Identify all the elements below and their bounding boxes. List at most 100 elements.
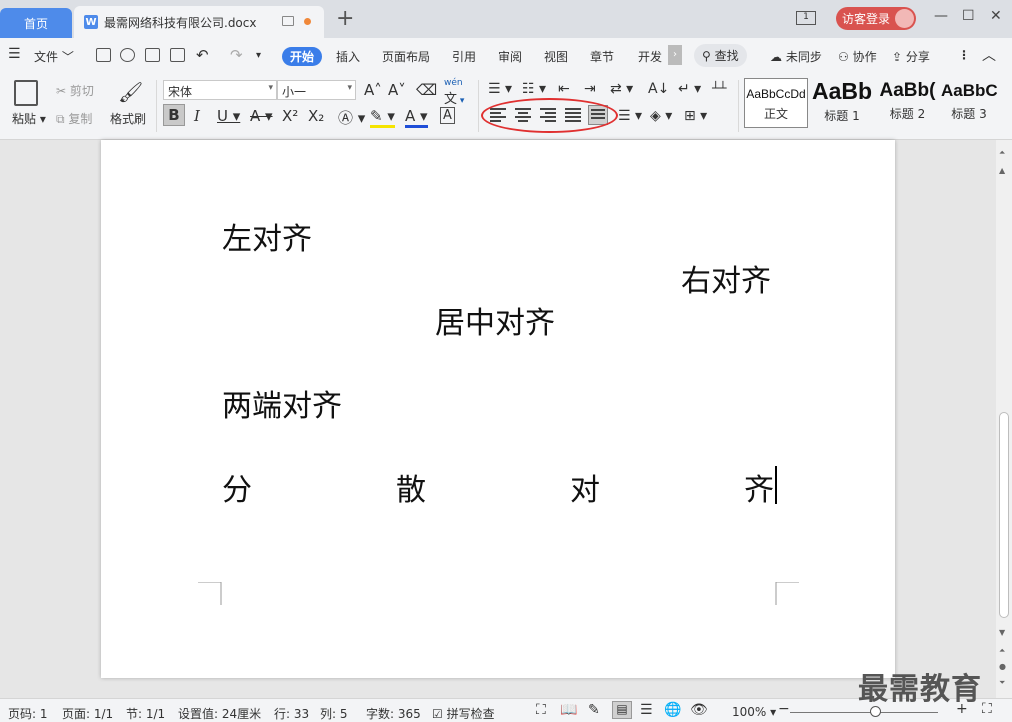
search-button[interactable]: ⚲ 查找 <box>694 44 747 67</box>
redo-icon[interactable]: ↷ <box>230 46 243 64</box>
style-normal[interactable]: AaBbCcDd 正文 <box>744 78 808 128</box>
menu-file[interactable]: 文件 ﹀ <box>34 48 74 65</box>
tab-view[interactable]: 视图 <box>544 48 568 65</box>
numbered-list-button[interactable]: ☷ ▾ <box>522 81 546 97</box>
new-tab-button[interactable]: + <box>336 8 354 30</box>
text-distributed-char[interactable]: 齐 <box>744 465 774 509</box>
style-heading-3[interactable]: AaBbC 标题 3 <box>941 78 997 128</box>
paragraph-mark-button[interactable]: ↵ ▾ <box>678 81 701 97</box>
hamburger-icon[interactable]: ☰ <box>8 46 21 62</box>
grow-font-icon[interactable]: A˄ <box>364 81 382 99</box>
paste-button[interactable]: 粘贴 ▾ <box>12 110 46 127</box>
collapse-ribbon-icon[interactable]: ︿ <box>982 45 996 65</box>
preview-icon[interactable] <box>170 48 185 62</box>
shrink-font-icon[interactable]: A˅ <box>388 81 406 99</box>
text-distributed-char[interactable]: 分 <box>222 465 252 509</box>
tab-insert[interactable]: 插入 <box>336 48 360 65</box>
italic-button[interactable]: I <box>194 107 200 125</box>
text-left-aligned[interactable]: 左对齐 <box>222 214 312 258</box>
export-icon[interactable] <box>120 48 135 62</box>
scroll-top-icon[interactable]: ⏶ <box>999 148 1005 158</box>
style-heading-1[interactable]: AaBb 标题 1 <box>810 78 874 128</box>
zoom-slider[interactable] <box>790 712 938 713</box>
web-view-icon[interactable]: 🌐 <box>664 702 681 718</box>
sort-button[interactable]: A↓ <box>648 81 669 97</box>
minimize-button[interactable]: — <box>934 8 948 24</box>
next-page-icon[interactable]: ⏷ <box>999 678 1005 688</box>
print-icon[interactable] <box>145 48 160 62</box>
scroll-up-icon[interactable]: ▲ <box>999 166 1005 175</box>
strikethrough-button[interactable]: A ▾ <box>250 107 273 125</box>
text-distributed-char[interactable]: 对 <box>570 465 600 509</box>
ribbon-scroll-right-button[interactable]: › <box>668 45 682 65</box>
tab-document[interactable]: W 最需网络科技有限公司.docx <box>74 6 324 38</box>
status-setting-value[interactable]: 设置值: 24厘米 <box>178 705 261 722</box>
tab-references[interactable]: 引用 <box>452 48 476 65</box>
scroll-down-icon[interactable]: ▼ <box>999 628 1005 637</box>
font-size-select[interactable]: 小一 ▾ <box>277 80 356 100</box>
eraser-icon[interactable]: ⌫ <box>416 81 437 99</box>
tab-home[interactable]: 首页 <box>0 8 72 38</box>
status-pages[interactable]: 页面: 1/1 <box>62 705 113 722</box>
brush-icon[interactable]: 🖌 <box>118 80 143 104</box>
visitor-login-button[interactable]: 访客登录 <box>836 7 916 30</box>
copy-button[interactable]: ⧉ 复制 <box>56 110 92 127</box>
undo-icon[interactable]: ↶ <box>196 46 209 64</box>
select-browse-icon[interactable]: ● <box>999 662 1006 671</box>
status-word-count[interactable]: 字数: 365 <box>366 705 421 722</box>
eye-protection-icon[interactable]: 👁 <box>690 702 708 718</box>
bold-button[interactable]: B <box>163 104 185 126</box>
font-color-button[interactable]: A ▾ <box>405 107 428 128</box>
write-mode-icon[interactable]: ✎ <box>588 702 600 718</box>
font-name-select[interactable]: 宋体 ▾ <box>163 80 277 100</box>
fit-window-icon[interactable]: ⛶ <box>982 701 992 717</box>
fullscreen-icon[interactable]: ⛶ <box>536 702 546 718</box>
vertical-scrollbar[interactable]: ⏶ ▲ ▼ ⏶ ● ⏷ <box>996 140 1012 698</box>
tab-review[interactable]: 审阅 <box>498 48 522 65</box>
close-button[interactable]: ✕ <box>990 8 1002 24</box>
page-view-icon[interactable]: ▤ <box>612 701 632 719</box>
page-count-badge[interactable]: 1 <box>796 11 816 25</box>
more-options-icon[interactable]: ⋮ <box>958 48 970 62</box>
subscript-button[interactable]: X₂ <box>308 107 324 125</box>
style-heading-2[interactable]: AaBb( 标题 2 <box>876 78 939 128</box>
underline-button[interactable]: U ▾ <box>217 107 240 125</box>
share-button[interactable]: ⇪ 分享 <box>892 48 930 65</box>
text-direction-button[interactable]: ⇄ ▾ <box>610 81 633 97</box>
highlight-button[interactable]: ✎ ▾ <box>370 107 395 128</box>
shading-button[interactable]: ◈ ▾ <box>650 108 672 124</box>
status-column[interactable]: 列: 5 <box>320 705 348 722</box>
tab-chapter[interactable]: 章节 <box>590 48 614 65</box>
cut-button[interactable]: ✂ 剪切 <box>56 82 94 99</box>
char-border-button[interactable]: A <box>440 107 455 124</box>
pinyin-icon[interactable]: wén 文 ▾ <box>444 78 464 107</box>
read-mode-icon[interactable]: 📖 <box>560 702 577 718</box>
text-right-aligned[interactable]: 右对齐 <box>681 256 771 300</box>
bullet-list-button[interactable]: ☰ ▾ <box>488 81 512 97</box>
tab-page-layout[interactable]: 页面布局 <box>382 48 430 65</box>
tab-developer[interactable]: 开发 <box>638 48 662 65</box>
save-icon[interactable] <box>96 48 111 62</box>
text-effect-button[interactable]: Ⓐ ▾ <box>338 107 365 128</box>
text-justified[interactable]: 两端对齐 <box>222 381 342 425</box>
status-row[interactable]: 行: 33 <box>274 705 309 722</box>
tab-start[interactable]: 开始 <box>282 47 323 66</box>
text-center-aligned[interactable]: 居中对齐 <box>435 298 555 342</box>
decrease-indent-button[interactable]: ⇤ <box>558 81 570 97</box>
collaborate-button[interactable]: ⚇ 协作 <box>838 48 877 65</box>
paste-icon[interactable] <box>14 80 38 106</box>
zoom-out-button[interactable]: − <box>778 701 790 717</box>
scrollbar-thumb[interactable] <box>999 412 1009 618</box>
text-distributed-char[interactable]: 散 <box>396 465 426 509</box>
monitor-icon[interactable] <box>282 16 294 26</box>
borders-button[interactable]: ⊞ ▾ <box>684 108 707 124</box>
spell-check-button[interactable]: ☑ 拼写检查 <box>432 705 495 722</box>
ruler-button[interactable]: ┴┴ <box>712 81 726 95</box>
quick-access-more-icon[interactable]: ▾ <box>256 50 261 61</box>
line-spacing-button[interactable]: ☰ ▾ <box>618 108 642 124</box>
maximize-button[interactable]: ☐ <box>962 8 975 24</box>
status-section[interactable]: 节: 1/1 <box>126 705 165 722</box>
zoom-level[interactable]: 100% ▾ <box>732 705 776 719</box>
status-page-number[interactable]: 页码: 1 <box>8 705 48 722</box>
previous-page-icon[interactable]: ⏶ <box>999 646 1005 656</box>
